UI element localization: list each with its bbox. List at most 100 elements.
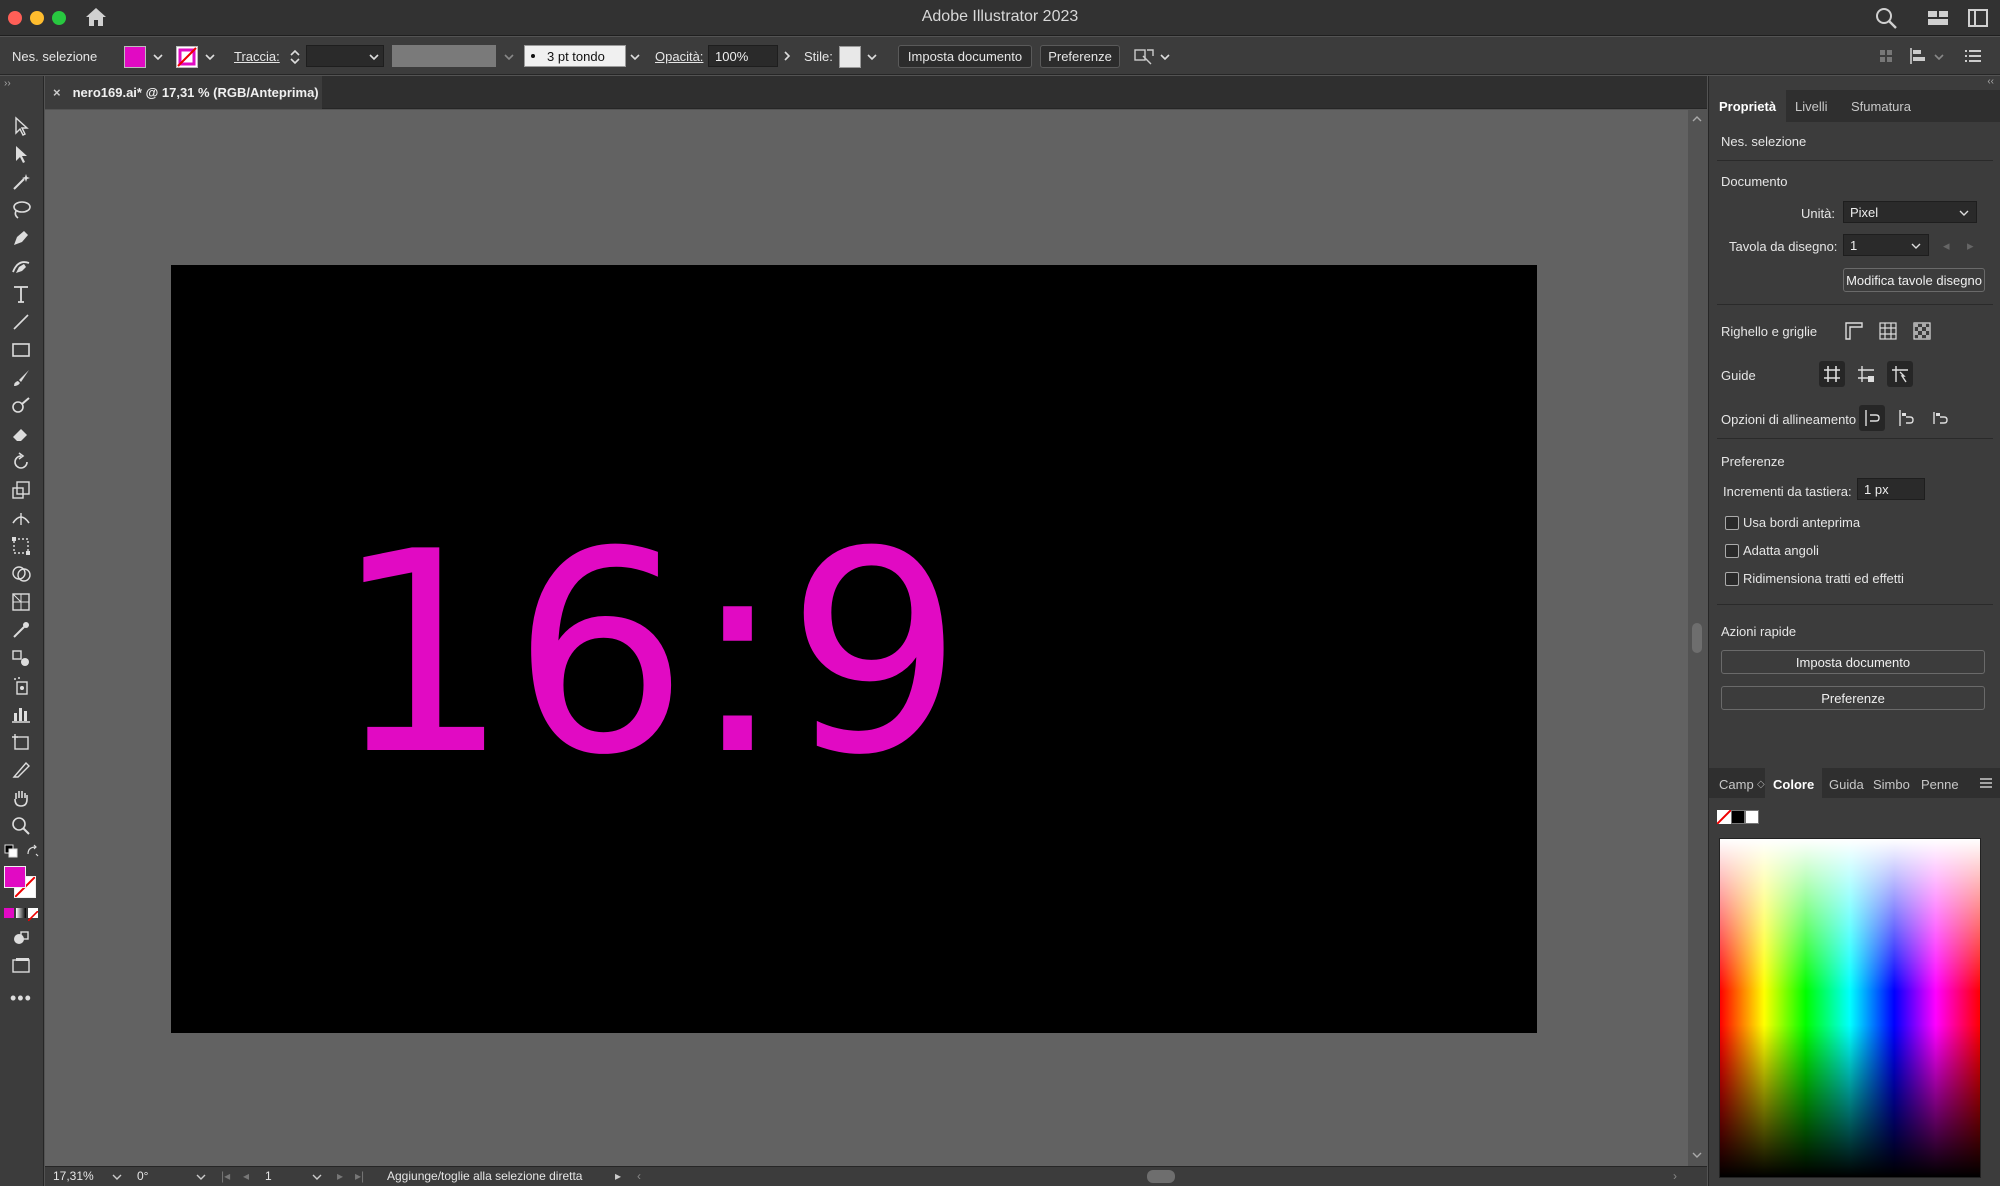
collapse-icon[interactable]: ›› [4,78,11,89]
fill-swatch[interactable] [124,46,146,68]
free-transform-tool-icon[interactable] [8,534,34,558]
selection-tool-icon[interactable] [8,114,34,138]
panel-toggle-icon[interactable] [1966,6,1990,30]
scale-strokes-checkbox[interactable] [1725,572,1739,586]
chevron-down-icon[interactable] [865,50,879,64]
shape-builder-tool-icon[interactable] [8,562,34,586]
screen-mode-icon[interactable] [8,954,34,978]
workspace-switcher-icon[interactable] [1926,6,1950,30]
paintbrush-tool-icon[interactable] [8,366,34,390]
chevron-down-icon[interactable] [203,50,217,64]
scale-tool-icon[interactable] [8,478,34,502]
slice-tool-icon[interactable] [8,758,34,782]
scroll-right-icon[interactable]: › [1673,1169,1677,1183]
first-artboard-icon[interactable]: |◂ [221,1169,230,1183]
transparency-grid-icon[interactable] [1909,318,1935,344]
type-tool-icon[interactable] [8,282,34,306]
perspective-grid-tool-icon[interactable] [8,590,34,614]
quick-document-setup-button[interactable]: Imposta documento [1721,650,1985,674]
artboard-number[interactable]: 1 [265,1169,272,1183]
tab-gradient[interactable]: Sfumatura [1851,90,1911,122]
smart-guides-icon[interactable] [1887,361,1913,387]
color-mode-icon[interactable] [4,908,14,918]
tab-color-guide[interactable]: Guida [1829,768,1864,800]
symbol-sprayer-tool-icon[interactable] [8,674,34,698]
collapse-icon[interactable]: ‹‹ [1987,76,1994,87]
tab-symbols[interactable]: Simbo [1873,768,1910,800]
units-select[interactable]: Pixel [1843,201,1977,223]
preferences-button[interactable]: Preferenze [1040,45,1120,68]
snap-to-point-icon[interactable] [1893,405,1919,431]
eraser-tool-icon[interactable] [8,422,34,446]
chevron-down-icon[interactable] [1932,50,1946,64]
previous-artboard-icon[interactable]: ◂ [1943,238,1950,254]
grid-icon[interactable] [1875,318,1901,344]
tab-color[interactable]: Colore [1765,768,1823,800]
tab-properties[interactable]: Proprietà [1709,90,1787,122]
scroll-left-icon[interactable]: ‹ [637,1169,641,1183]
blend-tool-icon[interactable] [8,646,34,670]
edit-toolbar-icon[interactable]: ••• [10,988,32,1009]
zoom-tool-icon[interactable] [8,814,34,838]
next-artboard-icon[interactable]: ▸ [1967,238,1974,254]
hand-tool-icon[interactable] [8,786,34,810]
white-color-swatch[interactable] [1745,810,1759,824]
artwork-text[interactable]: 16:9 [171,265,1537,1033]
scroll-up-icon[interactable] [1691,114,1703,124]
tab-brushes[interactable]: Penne [1921,768,1959,800]
artboard-tool-icon[interactable] [8,730,34,754]
none-color-swatch[interactable] [1716,809,1732,825]
edit-artboards-button[interactable]: Modifica tavole disegno [1843,268,1985,292]
gradient-mode-icon[interactable] [16,908,26,918]
chevron-down-icon[interactable] [195,1171,207,1183]
rotate-tool-icon[interactable] [8,450,34,474]
artboard[interactable]: 16:9 [171,265,1537,1033]
vertical-scroll-thumb[interactable] [1692,623,1702,653]
previous-artboard-icon[interactable]: ◂ [243,1169,249,1183]
lasso-tool-icon[interactable] [8,198,34,222]
document-setup-button[interactable]: Imposta documento [898,45,1032,68]
style-swatch[interactable] [839,46,861,68]
chevron-down-icon[interactable] [311,1171,323,1183]
transform-icon[interactable] [1878,48,1894,64]
scale-corners-checkbox[interactable] [1725,544,1739,558]
opacity-label[interactable]: Opacità: [655,37,703,75]
stroke-swatch[interactable] [176,46,198,68]
puppet-warp-icon[interactable] [1133,46,1155,66]
black-color-swatch[interactable] [1731,810,1745,824]
brush-definition[interactable]: 3 pt tondo [524,45,626,67]
opacity-input[interactable]: 100% [708,45,778,67]
stroke-stepper-icon[interactable] [288,47,302,67]
tab-swatches[interactable]: Camp [1719,768,1754,800]
eyedropper-tool-icon[interactable] [8,618,34,642]
chevron-down-icon[interactable] [111,1171,123,1183]
document-tab[interactable]: × nero169.ai* @ 17,31 % (RGB/Anteprima) [45,76,322,109]
stroke-label[interactable]: Traccia: [234,37,280,75]
horizontal-scroll-thumb[interactable] [1147,1170,1175,1183]
chevron-down-icon[interactable] [502,50,516,64]
chevron-down-icon[interactable] [367,50,381,64]
show-guides-icon[interactable] [1819,361,1845,387]
align-icon[interactable] [1908,47,1928,65]
panel-menu-icon[interactable] [1979,777,1993,789]
rectangle-tool-icon[interactable] [8,338,34,362]
direct-selection-tool-icon[interactable] [8,142,34,166]
curvature-tool-icon[interactable] [8,254,34,278]
preview-bounds-checkbox[interactable] [1725,516,1739,530]
draw-mode-icon[interactable] [8,926,34,950]
variable-width-profile[interactable] [392,45,496,67]
none-mode-icon[interactable] [27,908,39,922]
close-tab-icon[interactable]: × [53,85,61,100]
fill-color-box[interactable] [4,866,26,888]
line-segment-tool-icon[interactable] [8,310,34,334]
chevron-down-icon[interactable] [151,50,165,64]
chevron-down-icon[interactable] [1158,50,1172,64]
scroll-down-icon[interactable] [1691,1150,1703,1160]
snap-to-glyph-icon[interactable] [1927,405,1953,431]
ruler-icon[interactable] [1841,318,1867,344]
keyboard-increment-input[interactable]: 1 px [1857,478,1925,500]
list-menu-icon[interactable] [1964,48,1982,64]
rotation-value[interactable]: 0° [137,1169,148,1183]
next-artboard-icon[interactable]: ▸ [337,1169,343,1183]
width-tool-icon[interactable] [8,506,34,530]
